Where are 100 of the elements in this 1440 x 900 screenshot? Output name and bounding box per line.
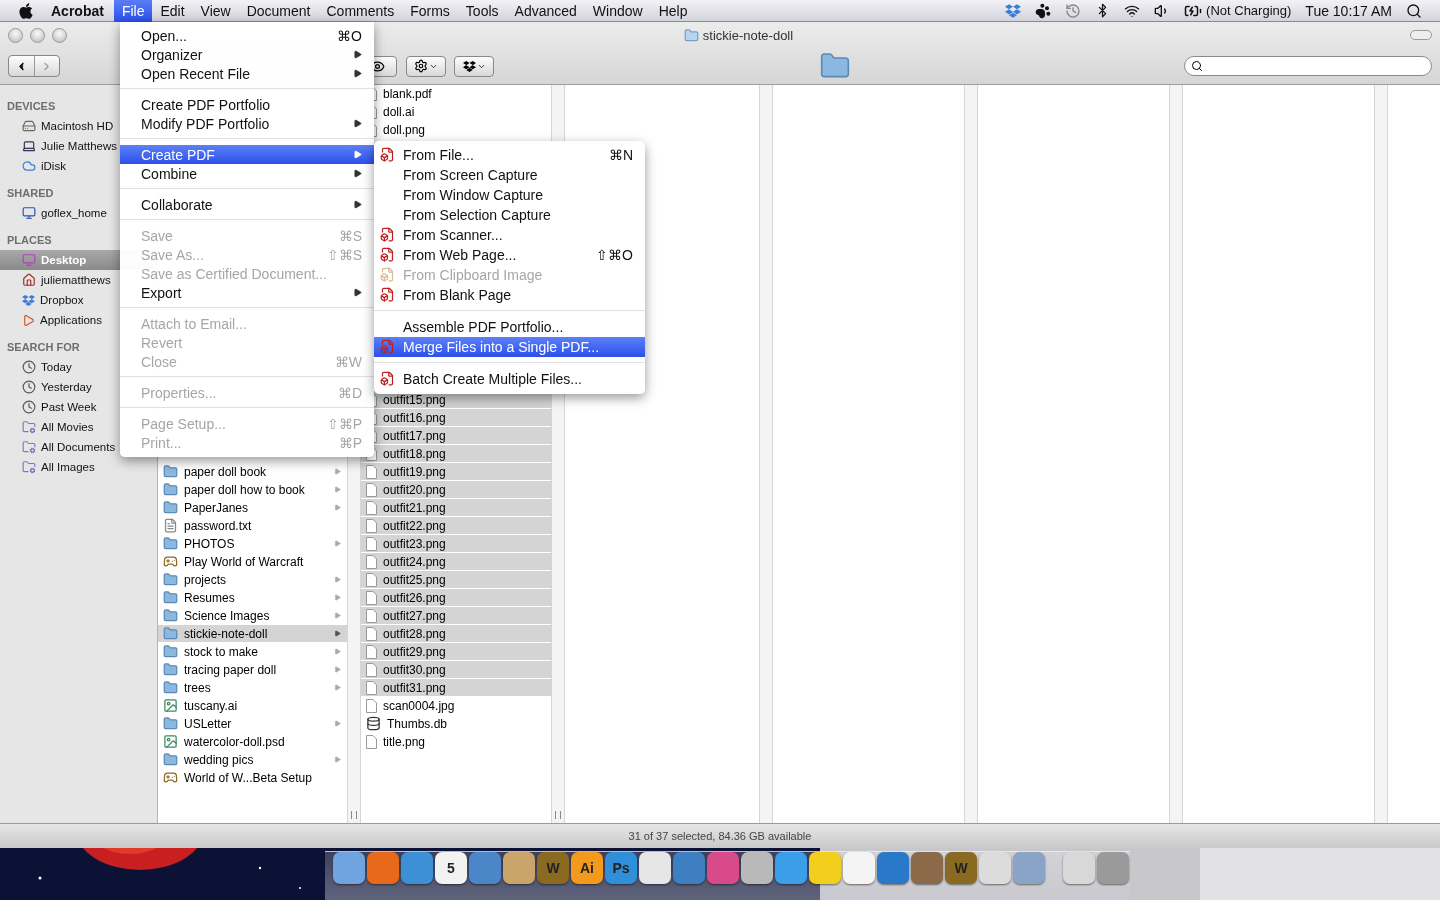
- file-row[interactable]: PHOTOS: [158, 535, 347, 553]
- app-menu[interactable]: Acrobat: [51, 2, 114, 19]
- resize-handle[interactable]: [555, 811, 561, 819]
- menu-item[interactable]: From Window Capture: [374, 185, 645, 205]
- file-row[interactable]: tracing paper doll: [158, 661, 347, 679]
- file-row[interactable]: projects: [158, 571, 347, 589]
- file-row[interactable]: outfit20.png: [361, 481, 551, 499]
- apple-logo-icon[interactable]: [17, 1, 35, 20]
- app-icon[interactable]: [367, 852, 399, 884]
- file-row[interactable]: paper doll book: [158, 463, 347, 481]
- menu-item[interactable]: Modify PDF Portfolio: [120, 114, 374, 133]
- menu-item[interactable]: Open Recent File: [120, 64, 374, 83]
- menu-title[interactable]: Tools: [457, 0, 507, 22]
- menu-item[interactable]: Open... ⌘O: [120, 26, 374, 45]
- menu-title[interactable]: Document: [238, 0, 319, 22]
- app-icon[interactable]: [741, 852, 773, 884]
- file-row[interactable]: outfit18.png: [361, 445, 551, 463]
- menu-item[interactable]: Batch Create Multiple Files...: [374, 369, 645, 389]
- app-icon[interactable]: Ps: [605, 852, 637, 884]
- file-row[interactable]: outfit30.png: [361, 661, 551, 679]
- file-row[interactable]: outfit23.png: [361, 535, 551, 553]
- menu-item[interactable]: From Blank Page: [374, 285, 645, 305]
- file-row[interactable]: outfit26.png: [361, 589, 551, 607]
- action-button[interactable]: [406, 55, 446, 77]
- file-row[interactable]: Science Images: [158, 607, 347, 625]
- app-icon[interactable]: [503, 852, 535, 884]
- zoom-button[interactable]: [52, 27, 67, 43]
- file-row[interactable]: title.png: [361, 733, 551, 751]
- file-row[interactable]: password.txt: [158, 517, 347, 535]
- menu-title[interactable]: Help: [650, 0, 696, 22]
- menu-title[interactable]: File: [113, 0, 153, 22]
- file-row[interactable]: Play World of Warcraft: [158, 553, 347, 571]
- file-row[interactable]: outfit29.png: [361, 643, 551, 661]
- file-row[interactable]: stock to make: [158, 643, 347, 661]
- menu-item[interactable]: Export: [120, 283, 374, 302]
- menu-item[interactable]: Combine: [120, 164, 374, 183]
- menu-item[interactable]: From File... ⌘N: [374, 145, 645, 165]
- menu-title[interactable]: Forms: [402, 0, 458, 22]
- file-row[interactable]: tuscany.ai: [158, 697, 347, 715]
- file-row[interactable]: Resumes: [158, 589, 347, 607]
- clock-text[interactable]: Tue 10:17 AM: [1305, 2, 1392, 19]
- app-icon[interactable]: [639, 852, 671, 884]
- pdf-file-icon: [380, 227, 395, 242]
- disclosure-icon: [334, 576, 341, 583]
- sidebar-item[interactable]: All Images: [0, 457, 157, 477]
- app-icon[interactable]: 5: [435, 852, 467, 884]
- resize-handle[interactable]: [351, 811, 357, 819]
- folder-gear-icon: [22, 460, 36, 474]
- triangle-icon: [22, 313, 35, 327]
- menu-title[interactable]: Comments: [318, 0, 403, 22]
- folder-gear-icon: [22, 420, 36, 434]
- image-icon: [163, 734, 178, 749]
- menu-item[interactable]: From Web Page... ⇧⌘O: [374, 245, 645, 265]
- file-row[interactable]: outfit19.png: [361, 463, 551, 481]
- menu-item[interactable]: Create PDF Portfolio: [120, 95, 374, 114]
- file-row[interactable]: outfit27.png: [361, 607, 551, 625]
- close-button[interactable]: [8, 27, 23, 43]
- menu-item[interactable]: From Scanner...: [374, 225, 645, 245]
- minimize-button[interactable]: [30, 27, 45, 43]
- file-row[interactable]: paper doll how to book: [158, 481, 347, 499]
- file-row[interactable]: watercolor-doll.psd: [158, 733, 347, 751]
- menu-title[interactable]: Advanced: [506, 0, 585, 22]
- app-icon[interactable]: [775, 852, 807, 884]
- box-icon[interactable]: [1005, 2, 1022, 19]
- menu-item[interactable]: From Screen Capture: [374, 165, 645, 185]
- file-row[interactable]: Thumbs.db: [361, 715, 551, 733]
- search-field[interactable]: [1184, 56, 1432, 76]
- menu-title[interactable]: Window: [584, 0, 651, 22]
- menu-item[interactable]: Assemble PDF Portfolio...: [374, 317, 645, 337]
- file-row[interactable]: trees: [158, 679, 347, 697]
- file-row[interactable]: outfit25.png: [361, 571, 551, 589]
- submenu-arrow-icon: [353, 69, 362, 78]
- file-row[interactable]: outfit31.png: [361, 679, 551, 697]
- file-icon: [366, 518, 377, 533]
- folder-icon: [163, 644, 178, 659]
- app-icon[interactable]: [333, 852, 365, 884]
- file-row[interactable]: outfit28.png: [361, 625, 551, 643]
- toolbar-toggle-button[interactable]: [1410, 30, 1432, 40]
- paw-icon[interactable]: [1035, 2, 1052, 19]
- file-row[interactable]: outfit21.png: [361, 499, 551, 517]
- file-row[interactable]: World of W...Beta Setup: [158, 769, 347, 787]
- menu-title[interactable]: Edit: [152, 0, 193, 22]
- menu-item[interactable]: Collaborate: [120, 195, 374, 214]
- menu-item[interactable]: Merge Files into a Single PDF...: [374, 337, 645, 357]
- file-row[interactable]: USLetter: [158, 715, 347, 733]
- menu-title[interactable]: View: [192, 0, 239, 22]
- file-row[interactable]: stickie-note-doll: [158, 625, 347, 643]
- menu-item[interactable]: Create PDF: [120, 145, 374, 164]
- file-row[interactable]: outfit24.png: [361, 553, 551, 571]
- file-row[interactable]: wedding pics: [158, 751, 347, 769]
- file-row[interactable]: scan0004.jpg: [361, 697, 551, 715]
- history-icon[interactable]: [1065, 2, 1082, 19]
- search-icon[interactable]: [1406, 2, 1422, 19]
- menu-item[interactable]: Organizer: [120, 45, 374, 64]
- file-row[interactable]: PaperJanes: [158, 499, 347, 517]
- app-icon[interactable]: Ai: [571, 852, 603, 884]
- dropbox-button[interactable]: [454, 55, 494, 77]
- disclosure-icon: [334, 594, 341, 601]
- menu-item[interactable]: From Selection Capture: [374, 205, 645, 225]
- file-row[interactable]: outfit22.png: [361, 517, 551, 535]
